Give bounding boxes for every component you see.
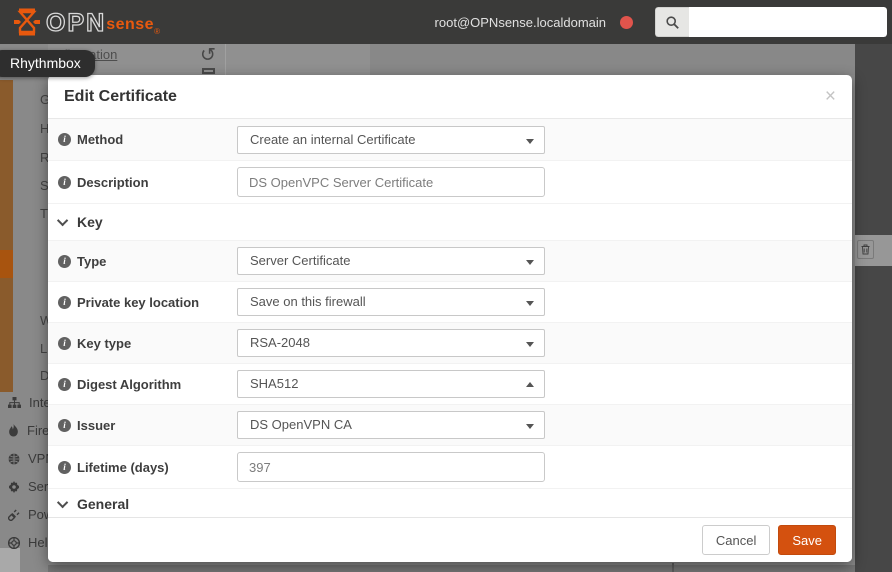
field-row-digest-algorithm: i Digest Algorithm SHA512 — [48, 363, 852, 404]
info-icon: i — [58, 377, 71, 391]
page-footer-dimmed — [48, 565, 855, 572]
sidebar-item-interfaces[interactable]: Inte — [8, 395, 51, 410]
field-row-type: i Type Server Certificate — [48, 240, 852, 281]
info-icon: i — [58, 336, 71, 350]
field-label: Description — [77, 174, 149, 190]
bottom-left-block — [0, 548, 20, 572]
cancel-button[interactable]: Cancel — [701, 525, 771, 555]
key-type-select[interactable]: RSA-2048 — [237, 329, 545, 357]
chevron-down-icon — [56, 214, 69, 227]
info-icon: i — [58, 133, 71, 146]
field-label: Lifetime (days) — [77, 459, 169, 475]
logo-reg-mark: ® — [154, 27, 160, 36]
chevron-up-icon — [526, 382, 534, 387]
field-row-key-type: i Key type RSA-2048 — [48, 322, 852, 363]
top-navbar: OPN sense ® root@OPNsense.localdomain — [0, 0, 892, 44]
type-select[interactable]: Server Certificate — [237, 247, 545, 275]
private-key-location-select[interactable]: Save on this firewall — [237, 288, 545, 316]
section-header-key[interactable]: Key — [48, 203, 852, 240]
page-footer-divider — [672, 563, 674, 572]
status-dot — [620, 15, 633, 29]
sidebar-item-firewall[interactable]: Fire — [8, 423, 49, 438]
page-header-divider — [225, 44, 226, 75]
field-label: Digest Algorithm — [77, 376, 182, 392]
modal-body: i Method Create an internal Certificate … — [48, 119, 852, 517]
opnsense-logo[interactable]: OPN sense ® — [12, 8, 160, 36]
gear-icon — [9, 480, 19, 493]
sidebar-item-help[interactable]: Hel — [8, 535, 48, 550]
info-icon: i — [58, 295, 71, 309]
backdrop-right — [855, 44, 892, 572]
chevron-down-icon — [526, 342, 534, 347]
sidebar-item-ghost: L — [40, 341, 48, 356]
info-icon: i — [58, 460, 71, 474]
field-label: Method — [77, 132, 124, 147]
modal-footer: Cancel Save — [48, 517, 852, 562]
info-icon: i — [58, 254, 71, 268]
fire-icon — [9, 424, 18, 437]
chevron-down-icon — [526, 260, 534, 265]
field-row-private-key-location: i Private key location Save on this fire… — [48, 281, 852, 322]
life-ring-icon — [8, 536, 20, 549]
description-input[interactable] — [237, 167, 545, 197]
search-icon — [655, 7, 689, 37]
chevron-down-icon — [526, 424, 534, 429]
modal-title: Edit Certificate — [64, 87, 177, 105]
sidebar-active-strip — [0, 80, 13, 392]
panel-icon — [202, 68, 215, 74]
hourglass-logo-icon — [14, 8, 40, 36]
logged-in-user[interactable]: root@OPNsense.localdomain — [435, 15, 606, 30]
globe-icon — [8, 453, 20, 464]
sidebar-item-ghost: T — [40, 206, 48, 221]
lifetime-input[interactable] — [237, 452, 545, 482]
save-button[interactable]: Save — [778, 525, 836, 555]
method-select[interactable]: Create an internal Certificate — [237, 125, 545, 154]
chevron-down-icon — [526, 301, 534, 306]
field-row-method: i Method Create an internal Certificate — [48, 119, 852, 160]
trash-icon[interactable] — [857, 240, 874, 259]
info-icon: i — [58, 418, 71, 432]
field-label: Issuer — [77, 417, 116, 433]
screen: Configuration ↺ G H R S T W L D Inte Fir… — [0, 0, 892, 572]
section-header-general[interactable]: General — [48, 488, 852, 517]
close-icon[interactable]: × — [825, 87, 836, 106]
field-row-description: i Description — [48, 160, 852, 203]
undo-icon: ↺ — [200, 45, 216, 66]
search-input[interactable] — [689, 7, 887, 37]
digest-algorithm-select[interactable]: SHA512 — [237, 370, 545, 398]
issuer-select[interactable]: DS OpenVPN CA — [237, 411, 545, 439]
rhythmbox-tooltip: Rhythmbox — [0, 50, 95, 77]
field-label: Key type — [77, 335, 132, 351]
logo-text-sense: sense — [106, 16, 155, 34]
field-row-issuer: i Issuer DS OpenVPN CA — [48, 404, 852, 445]
logo-text-opn: OPN — [45, 9, 107, 37]
chevron-down-icon — [56, 496, 69, 508]
sitemap-icon — [8, 396, 21, 408]
sidebar-active-strip-highlight — [0, 250, 13, 278]
field-row-lifetime: i Lifetime (days) — [48, 445, 852, 488]
field-label: Type — [77, 253, 107, 269]
power-plug-icon — [8, 509, 20, 521]
field-label: Private key location — [77, 294, 200, 310]
global-search — [655, 7, 887, 37]
page-header-dimmed-right — [370, 44, 855, 75]
sidebar-item-power[interactable]: Pow — [8, 507, 53, 522]
edit-certificate-modal: Edit Certificate × i Method Create an in… — [48, 75, 852, 562]
modal-header: Edit Certificate × — [48, 75, 852, 119]
info-icon: i — [58, 175, 71, 189]
chevron-down-icon — [526, 138, 534, 144]
